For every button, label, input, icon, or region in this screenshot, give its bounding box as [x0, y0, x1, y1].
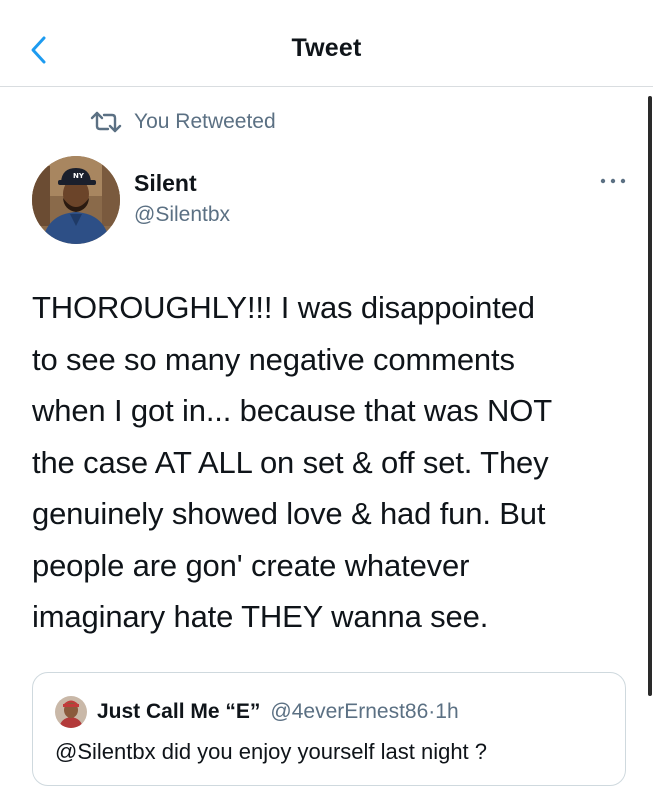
quoted-separator: ·: [428, 700, 436, 723]
avatar-image: NY: [32, 156, 120, 244]
page-title: Tweet: [291, 34, 362, 62]
quoted-timestamp: 1h: [435, 700, 459, 723]
retweet-context: You Retweeted: [90, 106, 276, 138]
tweet-text-line: the case AT ALL on set & off set. They: [32, 444, 549, 480]
tweet-text: THOROUGHLY!!! I was disappointed to see …: [32, 282, 632, 643]
more-options-button[interactable]: [598, 170, 628, 192]
author-handle[interactable]: @Silentbx: [134, 203, 230, 227]
quoted-author-name: Just Call Me “E”: [97, 700, 261, 723]
top-navigation-bar: Tweet: [0, 0, 653, 87]
tweet-text-line: imaginary hate THEY wanna see.: [32, 599, 489, 634]
scrollbar[interactable]: [648, 96, 652, 696]
quoted-tweet-card[interactable]: Just Call Me “E” @4everErnest86 · 1h @Si…: [32, 672, 626, 786]
tweet-text-line: THOROUGHLY!!! I was disappointed: [32, 290, 535, 325]
quoted-tweet-text: @Silentbx did you enjoy yourself last ni…: [55, 739, 488, 764]
quoted-tweet-header: Just Call Me “E” @4everErnest86 · 1h: [55, 695, 459, 729]
tweet-text-line: to see so many negative comments: [32, 341, 515, 377]
retweet-label: You Retweeted: [134, 110, 276, 133]
author-avatar[interactable]: NY: [32, 156, 120, 244]
quoted-avatar-image: [55, 696, 87, 728]
tweet-text-line: people are gon' create whatever: [32, 547, 470, 583]
tweet-text-line: genuinely showed love & had fun. But: [32, 496, 546, 531]
quoted-author-handle: @4everErnest86: [270, 700, 429, 723]
svg-text:NY: NY: [73, 172, 85, 180]
tweet-text-line: when I got in... because that was NOT: [32, 393, 552, 428]
more-horizontal-icon: [600, 178, 626, 184]
quoted-author-avatar: [55, 696, 87, 728]
retweet-icon: [90, 111, 122, 133]
author-name[interactable]: Silent: [134, 170, 197, 197]
